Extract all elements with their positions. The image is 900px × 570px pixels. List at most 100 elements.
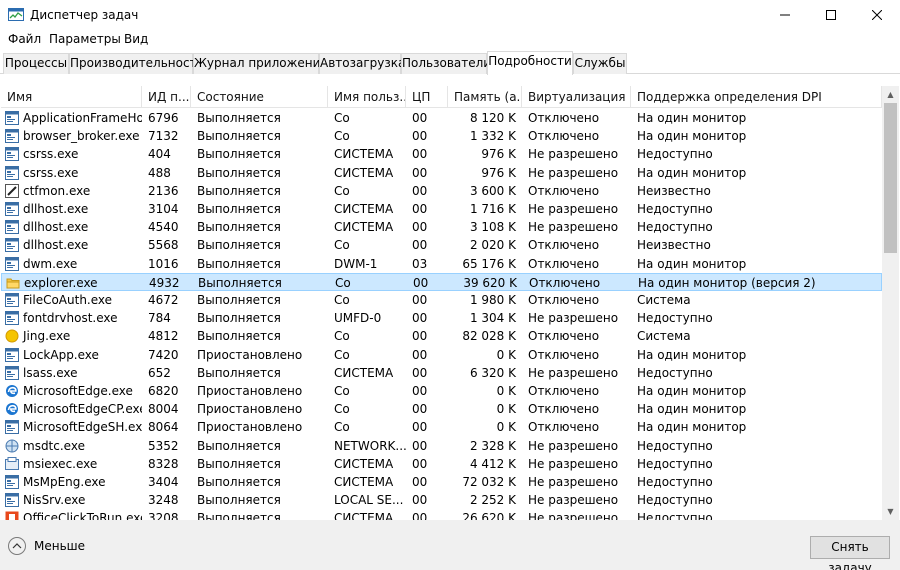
table-row[interactable]: csrss.exe 488 Выполняется СИСТЕМА 00 976 K Не … (1, 164, 882, 182)
process-name-text: explorer.exe (24, 275, 98, 290)
table-row[interactable]: LockApp.exe 7420 Приостановлено Co 00 0 K Откл… (1, 346, 882, 364)
column-header-cpu[interactable]: ЦП (406, 86, 448, 108)
process-pid: 6820 (148, 384, 179, 398)
chevron-up-icon[interactable] (8, 537, 26, 555)
process-pid: 2136 (148, 183, 179, 198)
tab-processes[interactable]: Процессы (3, 53, 69, 74)
process-status: Выполняется (197, 147, 281, 162)
table-row[interactable]: explorer.exe 4932 Выполняется Co 00 39 620 K О… (1, 272, 882, 291)
process-virtualization: Отключено (529, 275, 601, 290)
table-row[interactable]: dllhost.exe 5568 Выполняется Co 00 2 020 K Отк… (1, 236, 882, 254)
close-button[interactable] (854, 0, 900, 30)
process-memory: 72 032 K (462, 475, 516, 489)
table-row[interactable]: MicrosoftEdgeCP.exe 8004 Приостановлено Co 0… (1, 400, 882, 418)
table-row[interactable]: NisSrv.exe 3248 Выполняется LOCAL SE... 00 2 … (1, 491, 882, 509)
process-pid: 8064 (148, 420, 179, 435)
table-row[interactable]: MicrosoftEdgeSH.exe 8064 Приостановлено Co 0… (1, 418, 882, 436)
table-row[interactable]: FileCoAuth.exe 4672 Выполняется Co 00 1 980 K… (1, 291, 882, 309)
process-dpi: Недоступно (637, 220, 713, 235)
column-header-memory[interactable]: Память (а... (448, 86, 522, 108)
menu-options[interactable]: Параметры (49, 32, 121, 46)
process-name: csrss.exe (1, 145, 142, 163)
minimize-button[interactable] (762, 0, 808, 30)
chevron-up-glyph (12, 543, 22, 549)
window-app-icon (5, 147, 19, 162)
process-virtualization: Отключено (528, 256, 600, 271)
column-header-status[interactable]: Состояние (191, 86, 328, 108)
column-header-virtualization[interactable]: Виртуализация ... (522, 86, 631, 108)
process-cpu: 00 (412, 493, 428, 508)
window-app-icon (5, 293, 19, 307)
tab-app-history[interactable]: Журнал приложений (193, 53, 328, 74)
process-status: Выполняется (197, 220, 281, 235)
scrollbar-thumb[interactable] (884, 103, 897, 253)
table-row[interactable]: ctfmon.exe 2136 Выполняется Co 00 3 600 K Откл… (1, 182, 882, 200)
tab-details[interactable]: Подробности (487, 51, 573, 75)
process-virtualization: Отключено (528, 183, 600, 198)
process-dpi: Недоступно (637, 365, 713, 380)
column-header-pid[interactable]: ИД п... (142, 86, 191, 108)
table-row[interactable]: OfficeClickToRun.exe 3208 Выполняется СИСТЕ… (1, 509, 882, 520)
column-header-user[interactable]: Имя польз... (328, 86, 406, 108)
table-row[interactable]: dwm.exe 1016 Выполняется DWM-1 03 65 176 K Отк… (1, 255, 882, 273)
process-memory: 3 108 K (469, 220, 516, 235)
table-row[interactable]: MsMpEng.exe 3404 Выполняется СИСТЕМА 00 72 03… (1, 473, 882, 491)
process-name-text: LockApp.exe (23, 347, 99, 362)
tab-startup[interactable]: Автозагрузка (319, 53, 405, 74)
window-app-icon (5, 220, 19, 235)
table-row[interactable]: Jing.exe 4812 Выполняется Co 00 82 028 K Отклю… (1, 327, 882, 345)
process-cpu: 00 (412, 147, 428, 162)
process-cpu: 00 (412, 475, 428, 489)
table-row[interactable]: MicrosoftEdge.exe 6820 Приостановлено Co 00 0… (1, 382, 882, 400)
process-name-text: dllhost.exe (23, 202, 89, 216)
footer-bar: Меньше Снять задачу (0, 520, 900, 570)
maximize-button[interactable] (808, 0, 854, 30)
process-dpi: Недоступно (637, 475, 713, 489)
table-row[interactable]: dllhost.exe 4540 Выполняется СИСТЕМА 00 3 108… (1, 218, 882, 236)
process-pid: 4540 (148, 220, 179, 235)
vertical-scrollbar[interactable]: ▲ ▼ (882, 86, 899, 520)
process-dpi: На один монитор (637, 347, 747, 362)
process-memory: 0 K (496, 384, 516, 398)
tab-services[interactable]: Службы (573, 53, 627, 74)
table-row[interactable]: msdtc.exe 5352 Выполняется NETWORK... 00 2 32… (1, 437, 882, 455)
table-row[interactable]: msiexec.exe 8328 Выполняется СИСТЕМА 00 4 412… (1, 455, 882, 473)
scroll-down-arrow-icon[interactable]: ▼ (882, 503, 899, 520)
process-status: Выполняется (197, 165, 281, 180)
process-user: Co (334, 347, 350, 362)
menu-file[interactable]: Файл (8, 32, 41, 46)
table-row[interactable]: ApplicationFrameHo... 6796 Выполняется Co 00… (1, 109, 882, 127)
office-icon (5, 511, 19, 520)
process-user: Co (334, 111, 350, 125)
process-memory: 39 620 K (463, 275, 517, 290)
process-status: Выполняется (197, 365, 281, 380)
process-user: Co (335, 275, 351, 290)
process-virtualization: Не разрешено (528, 165, 619, 180)
tab-users[interactable]: Пользователи (401, 53, 491, 74)
process-dpi: На один монитор (637, 165, 747, 180)
process-virtualization: Не разрешено (528, 475, 619, 489)
process-user: СИСТЕМА (334, 511, 394, 520)
process-name-text: fontdrvhost.exe (23, 311, 118, 326)
process-name-text: ctfmon.exe (23, 183, 91, 198)
pen-app-icon (5, 183, 19, 198)
table-row[interactable]: fontdrvhost.exe 784 Выполняется UMFD-0 00 1 3… (1, 309, 882, 327)
table-row[interactable]: dllhost.exe 3104 Выполняется СИСТЕМА 00 1 716… (1, 200, 882, 218)
table-row[interactable]: browser_broker.exe 7132 Выполняется Co 00 1 3… (1, 127, 882, 145)
menu-view[interactable]: Вид (124, 32, 148, 46)
process-virtualization: Отключено (528, 129, 600, 144)
scroll-up-arrow-icon[interactable]: ▲ (882, 86, 899, 103)
column-header-name[interactable]: Имя (1, 86, 142, 108)
process-user: UMFD-0 (334, 311, 382, 326)
end-task-button[interactable]: Снять задачу (810, 536, 890, 570)
table-row[interactable]: lsass.exe 652 Выполняется СИСТЕМА 00 6 320 K Н… (1, 364, 882, 382)
process-name: OfficeClickToRun.exe (1, 509, 142, 520)
process-status: Приостановлено (197, 402, 303, 417)
process-status: Приостановлено (197, 384, 303, 398)
table-row[interactable]: csrss.exe 404 Выполняется СИСТЕМА 00 976 K Не … (1, 145, 882, 163)
process-name: MicrosoftEdge.exe (1, 382, 142, 400)
tab-performance[interactable]: Производительность (69, 53, 204, 74)
process-user: Co (334, 329, 350, 344)
fewer-details-link[interactable]: Меньше (34, 539, 85, 553)
column-header-dpi[interactable]: Поддержка определения DPI (631, 86, 882, 108)
